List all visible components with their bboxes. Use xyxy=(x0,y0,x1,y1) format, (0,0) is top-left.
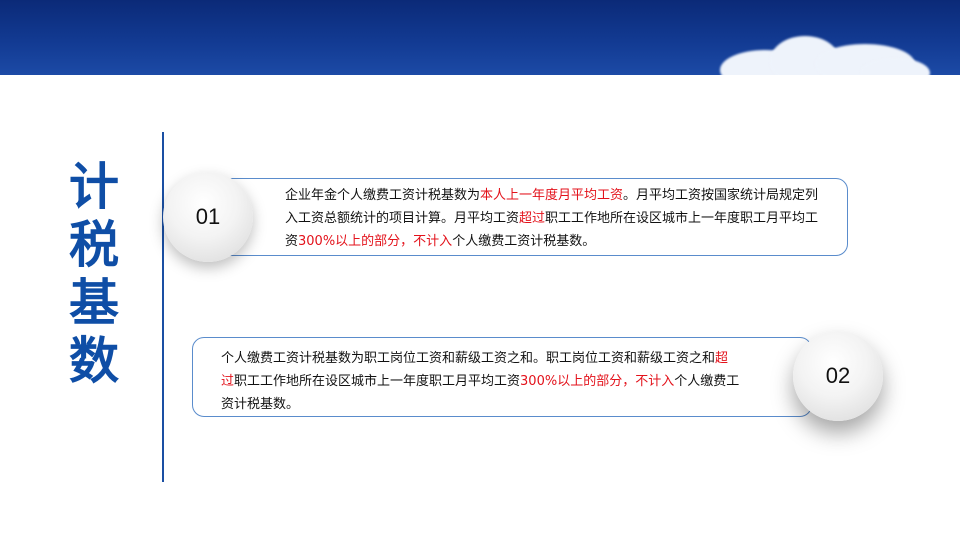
item-2-textbox: 个人缴费工资计税基数为职工岗位工资和薪级工资之和。职工岗位工资和薪级工资之和超过… xyxy=(192,337,812,417)
number-badge-01: 01 xyxy=(163,172,253,262)
title-char: 基 xyxy=(69,274,119,332)
text-segment: 个人缴费工资计税基数。 xyxy=(452,234,596,249)
title-char: 计 xyxy=(69,158,119,216)
item-1-textbox: 企业年金个人缴费工资计税基数为本人上一年度月平均工资。月平均工资按国家统计局规定… xyxy=(196,178,848,256)
page-title: 计 税 基 数 xyxy=(64,158,124,390)
text-segment: 职工工作地所在设区城市上一年度职工月平均工资 xyxy=(234,374,521,389)
badge-number: 01 xyxy=(195,204,221,229)
top-banner xyxy=(0,0,960,75)
highlight-text: 300%以上的部分，不计入 xyxy=(298,234,453,249)
title-char: 税 xyxy=(69,216,119,274)
highlight-text: 超过 xyxy=(519,211,546,226)
title-char: 数 xyxy=(69,332,119,390)
badge-number: 02 xyxy=(825,363,851,388)
text-segment: 个人缴费工资计税基数为职工岗位工资和薪级工资之和。职工岗位工资和薪级工资之和 xyxy=(221,351,716,366)
number-badge-02: 02 xyxy=(793,331,883,421)
highlight-text: 本人上一年度月平均工资 xyxy=(480,188,624,203)
highlight-text: 300%以上的部分，不计入 xyxy=(520,374,675,389)
text-segment: 企业年金个人缴费工资计税基数为 xyxy=(285,188,481,203)
vertical-divider xyxy=(162,132,164,482)
